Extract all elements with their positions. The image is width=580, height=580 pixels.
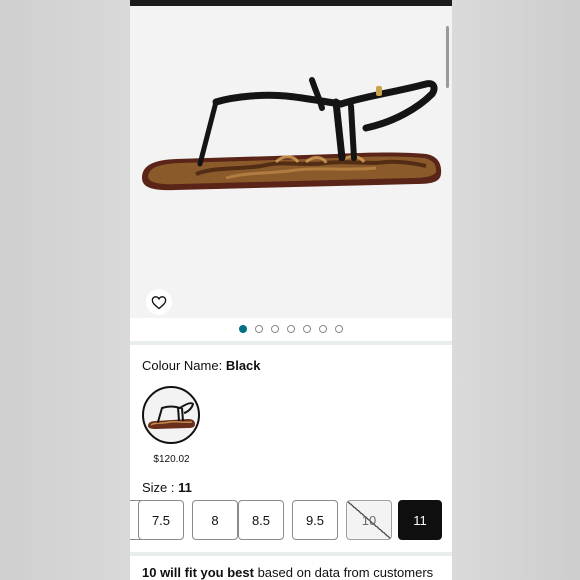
- size-options: 7.5 8 8.5 9.5 10 11: [130, 500, 452, 540]
- colour-name-row: Colour Name: Black: [142, 358, 261, 373]
- pagination-dot[interactable]: [255, 325, 263, 333]
- pagination-dot[interactable]: [287, 325, 295, 333]
- size-option-8[interactable]: 8: [192, 500, 238, 540]
- pagination-dot[interactable]: [303, 325, 311, 333]
- size-option-11-selected[interactable]: 11: [398, 500, 442, 540]
- size-value: 11: [178, 480, 192, 495]
- section-divider: [130, 341, 452, 345]
- product-page: Colour Name: Black $120.02 Size : 11 7.5…: [130, 0, 452, 580]
- colour-name-value: Black: [225, 358, 261, 373]
- wishlist-button[interactable]: [146, 289, 172, 315]
- size-option-8-5[interactable]: 8.5: [238, 500, 284, 540]
- scroll-indicator[interactable]: [446, 26, 449, 88]
- fit-recommendation-rest: based on data from customers: [253, 565, 434, 580]
- colour-name-label: Colour Name:: [142, 358, 226, 373]
- swatch-sandal-thumbnail: [148, 402, 195, 429]
- colour-swatch-black[interactable]: [142, 386, 200, 444]
- size-option-7-5[interactable]: 7.5: [138, 500, 184, 540]
- size-label: Size :: [142, 480, 179, 495]
- section-divider: [130, 552, 452, 556]
- product-image-gallery[interactable]: [130, 6, 452, 318]
- pagination-dot[interactable]: [319, 325, 327, 333]
- heart-outline-icon: [151, 295, 167, 309]
- size-row: Size : 11: [142, 480, 192, 495]
- image-pagination: [130, 322, 452, 336]
- fit-recommendation: 10 will fit you best based on data from …: [142, 565, 452, 580]
- size-option-10-unavailable[interactable]: 10: [346, 500, 392, 540]
- product-image-sandal: [142, 77, 442, 191]
- backdrop-right: [452, 0, 580, 580]
- pagination-dot[interactable]: [271, 325, 279, 333]
- swatch-price: $120.02: [153, 454, 190, 465]
- pagination-dot[interactable]: [335, 325, 343, 333]
- pagination-dot-active[interactable]: [239, 325, 247, 333]
- size-option-9-5[interactable]: 9.5: [292, 500, 338, 540]
- fit-recommendation-bold: 10 will fit you best: [142, 565, 254, 580]
- backdrop-left: [0, 0, 130, 580]
